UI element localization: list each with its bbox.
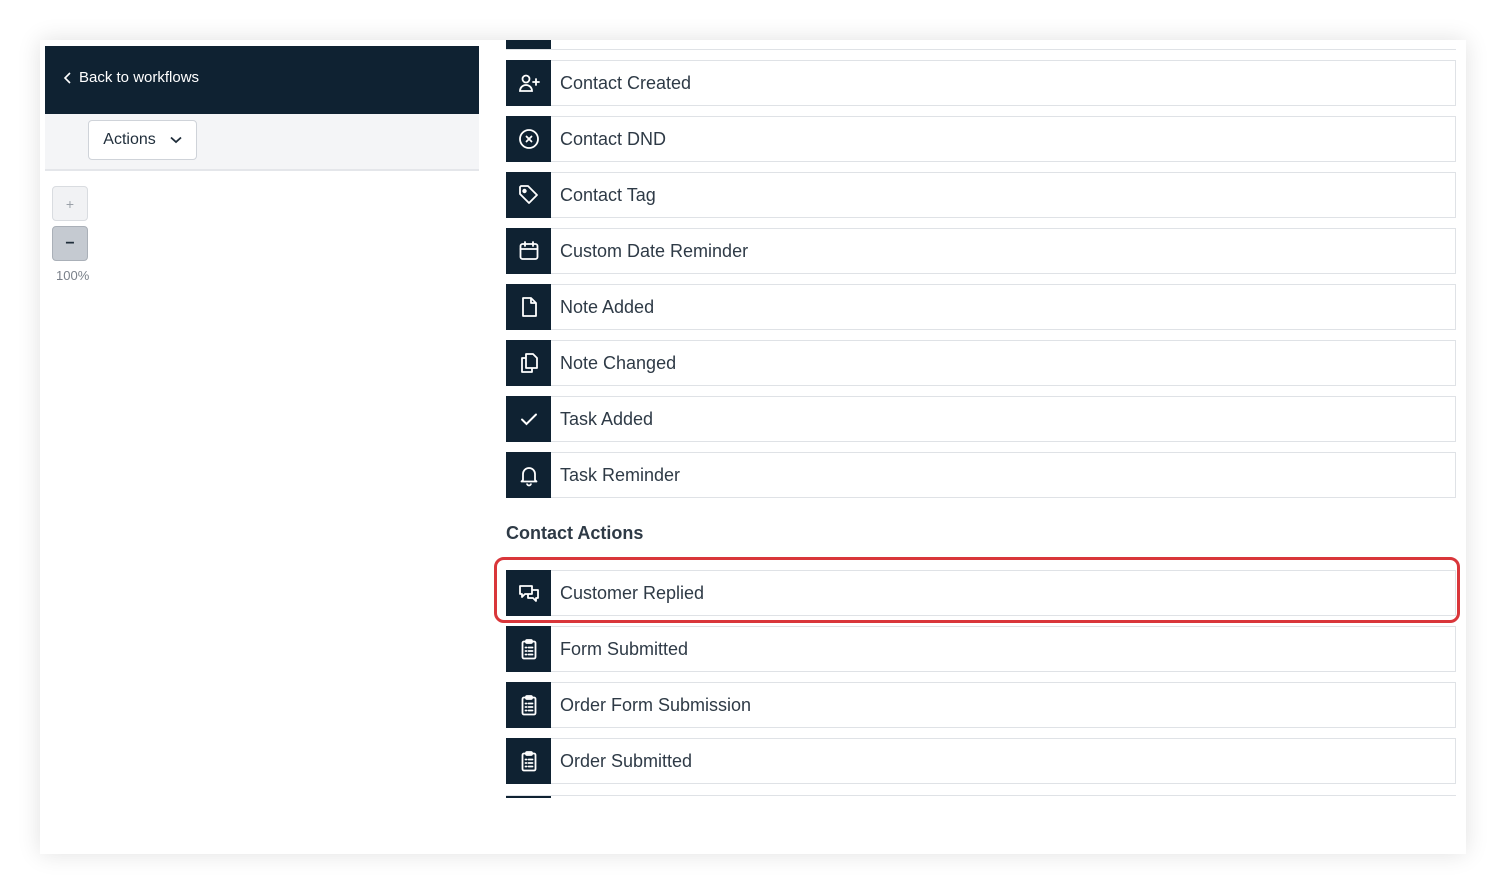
trigger-note-added[interactable]: Note Added (506, 284, 1456, 330)
list-item-partial (506, 795, 1456, 798)
chevron-down-icon (170, 136, 182, 144)
list-item-label: Order Form Submission (551, 682, 1456, 728)
zoom-in-button[interactable]: + (52, 186, 88, 221)
list-item-label: Contact Tag (551, 172, 1456, 218)
list-item-label: Contact DND (551, 116, 1456, 162)
back-label: Back to workflows (79, 69, 200, 86)
top-bar: Back to workflows (45, 46, 479, 114)
clipboard-icon (521, 751, 536, 772)
list-item-label: Order Submitted (551, 738, 1456, 784)
trigger-note-changed[interactable]: Note Changed (506, 340, 1456, 386)
user-plus-icon (518, 74, 540, 92)
actions-label: Actions (103, 131, 156, 148)
list-item-label: Task Added (551, 396, 1456, 442)
list-item-label: Note Added (551, 284, 1456, 330)
chat-icon (518, 585, 539, 602)
section-title-contact-actions: Contact Actions (506, 523, 644, 543)
documents-icon (520, 353, 538, 373)
tag-icon (518, 185, 538, 204)
canvas-panel: Back to workflows Actions + − 100% (45, 46, 479, 798)
list-item-label: Note Changed (551, 340, 1456, 386)
x-circle-icon (518, 129, 539, 149)
clipboard-icon (521, 639, 536, 660)
check-icon (520, 413, 537, 426)
list-item-partial (506, 40, 1456, 50)
list-item-label: Task Reminder (551, 452, 1456, 498)
trigger-custom-date-reminder[interactable]: Custom Date Reminder (506, 228, 1456, 274)
bell-icon (520, 467, 537, 487)
toolbar: Actions (45, 114, 479, 171)
trigger-task-added[interactable]: Task Added (506, 396, 1456, 442)
list-item-label: Contact Created (551, 60, 1456, 106)
zoom-out-button[interactable]: − (52, 226, 88, 261)
chevron-left-icon (63, 71, 71, 84)
list-item-label: Custom Date Reminder (551, 228, 1456, 274)
calendar-icon (519, 241, 538, 260)
trigger-task-reminder[interactable]: Task Reminder (506, 452, 1456, 498)
trigger-order-form-submission[interactable]: Order Form Submission (506, 682, 1456, 728)
zoom-level: 100% (56, 268, 90, 283)
list-item-label: Customer Replied (551, 570, 1456, 616)
trigger-form-submitted[interactable]: Form Submitted (506, 626, 1456, 672)
actions-dropdown[interactable]: Actions (88, 120, 197, 160)
document-icon (521, 297, 537, 317)
clipboard-icon (521, 695, 536, 716)
trigger-contact-dnd[interactable]: Contact DND (506, 116, 1456, 162)
trigger-customer-replied[interactable]: Customer Replied (506, 570, 1456, 616)
back-to-workflows-link[interactable]: Back to workflows (63, 69, 199, 86)
list-item-label: Form Submitted (551, 626, 1456, 672)
trigger-list-panel: Contact Created Contact DND Contact Tag … (479, 40, 1466, 798)
trigger-contact-tag[interactable]: Contact Tag (506, 172, 1456, 218)
trigger-order-submitted[interactable]: Order Submitted (506, 738, 1456, 784)
trigger-contact-created[interactable]: Contact Created (506, 60, 1456, 106)
